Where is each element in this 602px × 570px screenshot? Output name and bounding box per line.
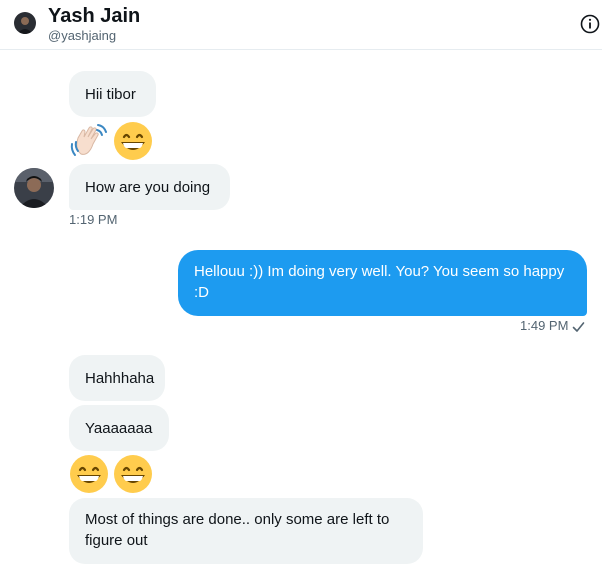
message-timestamp: 1:49 PM: [520, 318, 569, 333]
incoming-message-bubble[interactable]: Yaaaaaaa: [69, 405, 169, 451]
incoming-message-bubble[interactable]: Hahhhaha: [69, 355, 165, 401]
message-text: How are you doing: [85, 178, 211, 196]
message-text: Hellouu :)) Im doing very well. You? You…: [194, 263, 565, 301]
incoming-message-bubble[interactable]: Most of things are done.. only some are …: [69, 498, 423, 564]
message-text: Most of things are done.. only some are …: [85, 511, 390, 549]
incoming-message-bubble[interactable]: How are you doing: [69, 164, 230, 210]
grinning-face-emoji: [112, 453, 154, 495]
message-timestamp: 1:19 PM: [69, 212, 118, 227]
grinning-face-emoji: [112, 120, 154, 162]
grinning-face-emoji: [68, 453, 110, 495]
contact-name[interactable]: Yash Jain: [48, 4, 140, 28]
message-text: Yaaaaaaa: [85, 419, 153, 437]
waving-hand-emoji: [68, 120, 110, 162]
message-text: Hahhhaha: [85, 369, 155, 387]
conversation-header: Yash Jain @yashjaing: [0, 0, 602, 50]
incoming-message-bubble[interactable]: Hii tibor: [69, 71, 156, 117]
contact-avatar[interactable]: [14, 168, 54, 208]
header-avatar[interactable]: [14, 12, 36, 34]
message-text: Hii tibor: [85, 85, 136, 103]
info-circle-icon[interactable]: [580, 14, 600, 34]
contact-handle: @yashjaing: [48, 28, 117, 43]
sent-check-icon: [572, 320, 585, 338]
outgoing-message-bubble[interactable]: Hellouu :)) Im doing very well. You? You…: [178, 250, 587, 316]
